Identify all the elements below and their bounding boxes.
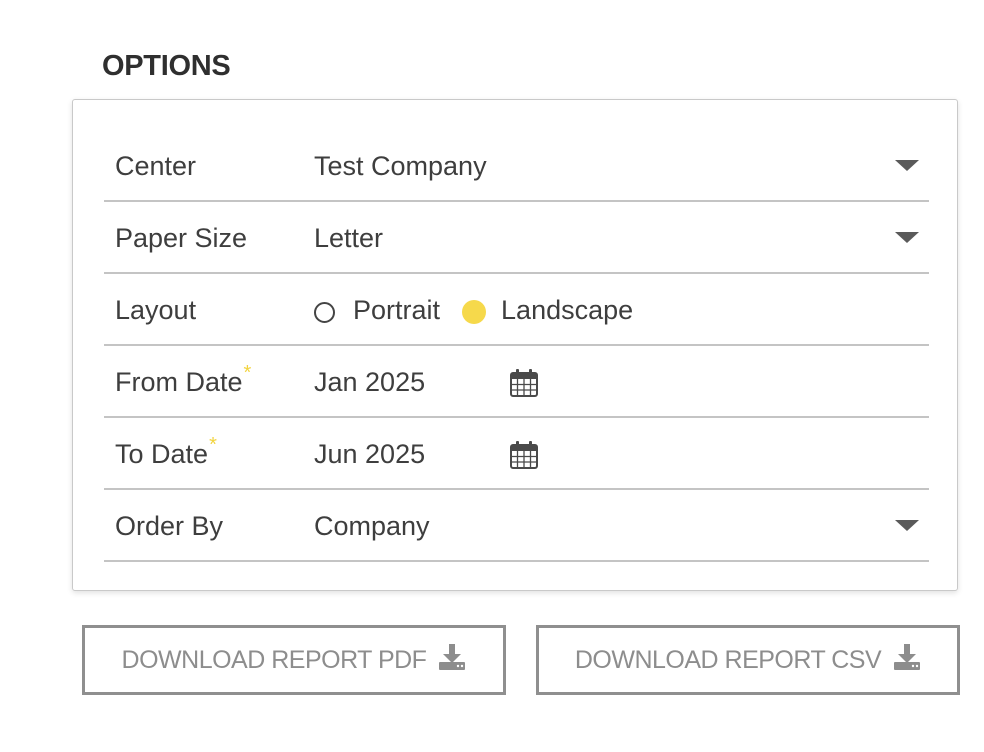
- chevron-down-icon[interactable]: [895, 520, 919, 531]
- radio-portrait[interactable]: Portrait: [314, 295, 440, 326]
- download-csv-button[interactable]: DOWNLOAD REPORT CSV: [536, 625, 960, 695]
- download-csv-label: DOWNLOAD REPORT CSV: [574, 645, 882, 674]
- to-date-input[interactable]: Jun 2025: [314, 418, 425, 490]
- required-mark: *: [209, 434, 217, 456]
- download-pdf-label: DOWNLOAD REPORT PDF: [121, 645, 427, 674]
- calendar-icon[interactable]: [510, 368, 538, 397]
- chevron-down-icon[interactable]: [895, 160, 919, 171]
- layout-label: Layout: [115, 295, 197, 325]
- order-by-select[interactable]: Company: [314, 490, 430, 562]
- from-date-label-text: From Date: [115, 367, 243, 397]
- center-label: Center: [115, 151, 197, 181]
- layout-row: Layout Portrait Landscape: [104, 274, 929, 346]
- radio-landscape-label: Landscape: [501, 294, 634, 325]
- order-by-label: Order By: [115, 511, 224, 541]
- chevron-down-icon[interactable]: [895, 232, 919, 243]
- center-row: Center Test Company: [104, 130, 929, 202]
- to-date-label-text: To Date: [115, 439, 209, 469]
- to-date-row: To Date* Jun 2025: [104, 418, 929, 490]
- radio-unselected-icon[interactable]: [314, 301, 335, 323]
- layout-radio-group: Portrait Landscape: [314, 274, 655, 346]
- download-icon: [439, 644, 466, 670]
- calendar-icon[interactable]: [510, 440, 538, 469]
- paper-size-select[interactable]: Letter: [314, 202, 383, 274]
- paper-size-label: Paper Size: [115, 223, 248, 253]
- options-panel: Center Test Company Paper Size Letter La…: [72, 99, 958, 591]
- download-icon: [894, 644, 921, 670]
- section-title: OPTIONS: [102, 50, 231, 82]
- required-mark: *: [243, 362, 252, 384]
- from-date-input[interactable]: Jan 2025: [314, 346, 425, 418]
- order-by-row: Order By Company: [104, 490, 929, 562]
- center-select[interactable]: Test Company: [314, 130, 487, 202]
- radio-landscape[interactable]: Landscape: [462, 295, 633, 326]
- to-date-label: To Date*: [115, 418, 217, 490]
- from-date-row: From Date* Jan 2025: [104, 346, 929, 418]
- from-date-label: From Date*: [115, 346, 251, 418]
- radio-portrait-label: Portrait: [353, 294, 441, 325]
- radio-selected-icon[interactable]: [462, 300, 487, 324]
- paper-size-row: Paper Size Letter: [104, 202, 929, 274]
- download-pdf-button[interactable]: DOWNLOAD REPORT PDF: [82, 625, 506, 695]
